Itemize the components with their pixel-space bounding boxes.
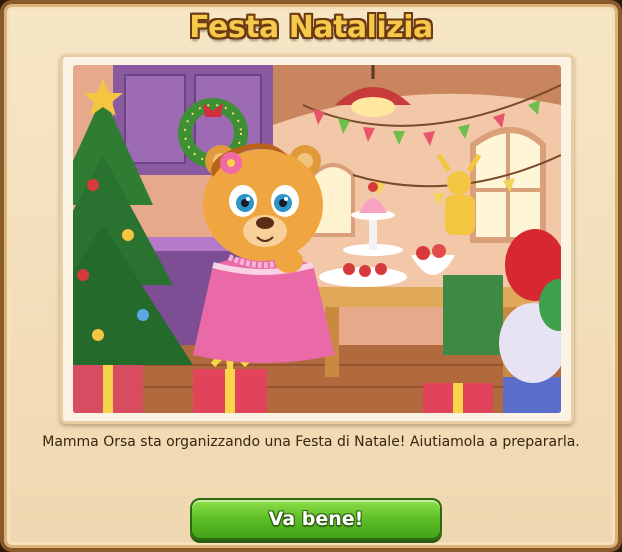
ok-button-label: Va bene!: [268, 508, 364, 530]
illustration-frame: [60, 54, 574, 424]
party-illustration: [73, 65, 561, 413]
dialog-title: Festa Natalizia: [189, 10, 433, 45]
quest-dialog: Festa Natalizia Mamma Orsa sta organizza…: [0, 0, 622, 552]
ok-button[interactable]: Va bene!: [190, 498, 442, 540]
dialog-message: Mamma Orsa sta organizzando una Festa di…: [42, 434, 580, 450]
